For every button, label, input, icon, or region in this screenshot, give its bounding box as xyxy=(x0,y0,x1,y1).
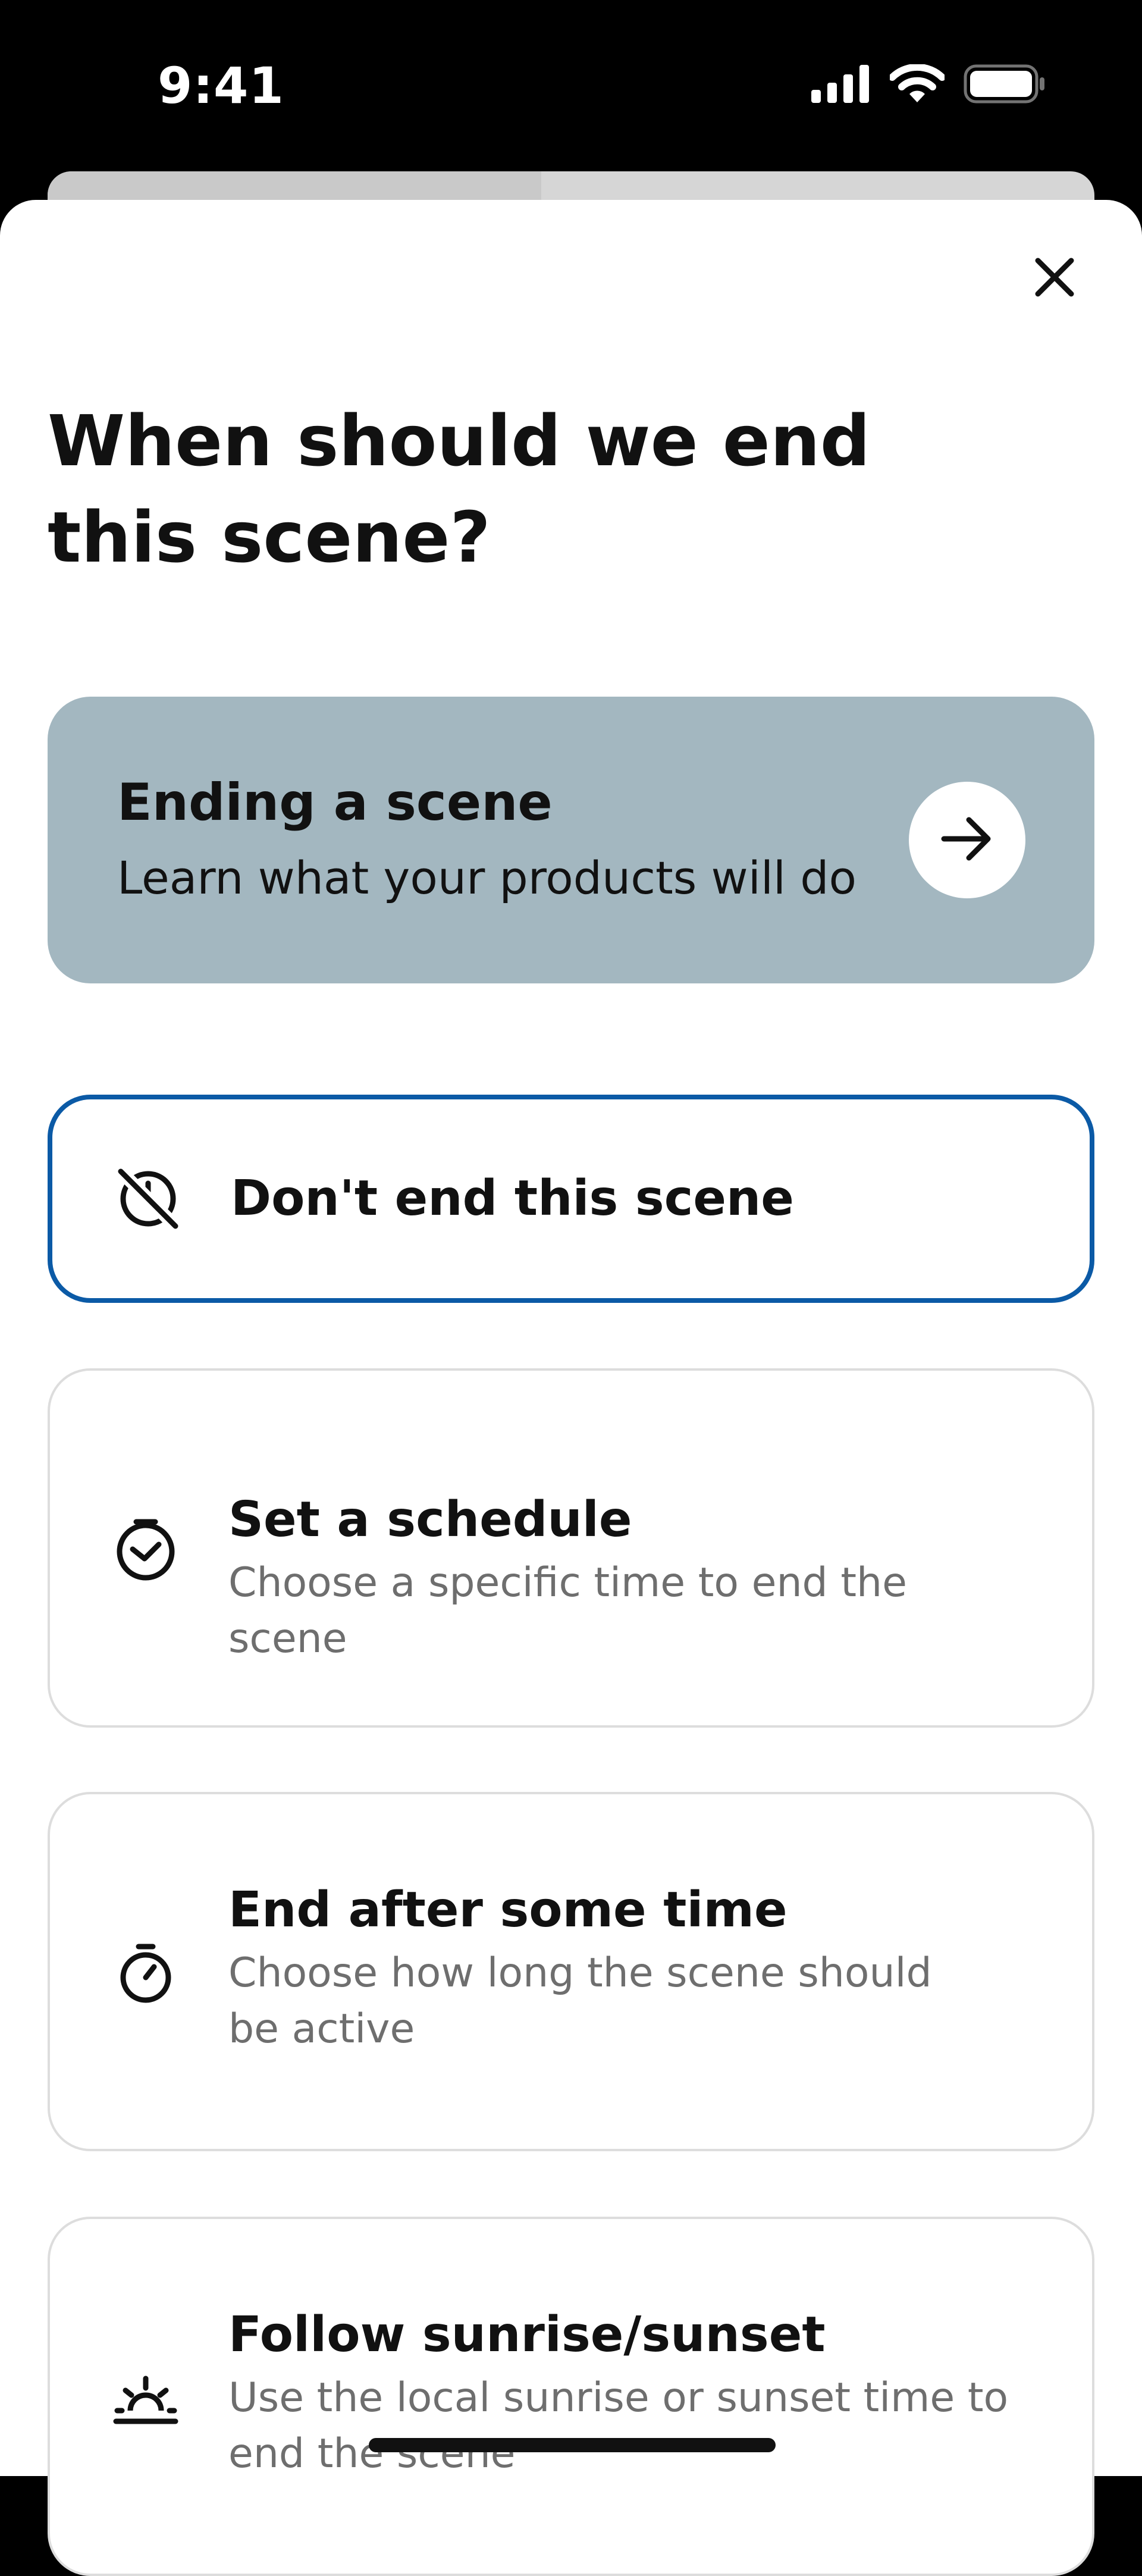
battery-icon xyxy=(964,64,1047,106)
option-label: Follow sunrise/sunset xyxy=(228,2307,826,2363)
no-end-icon xyxy=(115,1165,181,1232)
info-card-subtitle: Learn what your products will do xyxy=(117,851,857,904)
close-icon xyxy=(1033,256,1076,301)
home-indicator xyxy=(369,2438,776,2452)
option-sunrise-sunset[interactable]: Follow sunrise/sunset Use the local sunr… xyxy=(48,2217,1094,2576)
close-button[interactable] xyxy=(1026,250,1083,307)
option-description: Choose how long the scene should be acti… xyxy=(228,1950,932,2052)
timer-icon xyxy=(112,1941,179,2007)
status-time: 9:41 xyxy=(158,57,284,115)
option-label: Don't end this scene xyxy=(231,1170,794,1227)
option-set-schedule[interactable]: Set a schedule Choose a specific time to… xyxy=(48,1368,1094,1728)
option-end-after-time[interactable]: End after some time Choose how long the … xyxy=(48,1792,1094,2151)
option-label: Set a schedule xyxy=(228,1491,632,1548)
sunset-icon xyxy=(112,2365,179,2432)
wifi-icon xyxy=(889,63,946,106)
clock-icon xyxy=(112,1517,179,1584)
option-description: Use the local sunrise or sunset time to … xyxy=(228,2374,1009,2477)
ending-scene-info-card[interactable]: Ending a scene Learn what your products … xyxy=(48,697,1094,983)
option-dont-end[interactable]: Don't end this scene xyxy=(48,1095,1094,1303)
page-title: When should we end this scene? xyxy=(48,400,871,578)
info-card-title: Ending a scene xyxy=(117,773,553,832)
info-card-arrow-button[interactable] xyxy=(909,782,1025,898)
signal-icon xyxy=(811,65,871,105)
status-icons xyxy=(811,63,1047,106)
arrow-right-icon xyxy=(940,815,994,865)
option-label: End after some time xyxy=(228,1882,788,1938)
option-description: Choose a specific time to end the scene xyxy=(228,1559,907,1662)
status-bar: 9:41 xyxy=(0,0,1142,167)
